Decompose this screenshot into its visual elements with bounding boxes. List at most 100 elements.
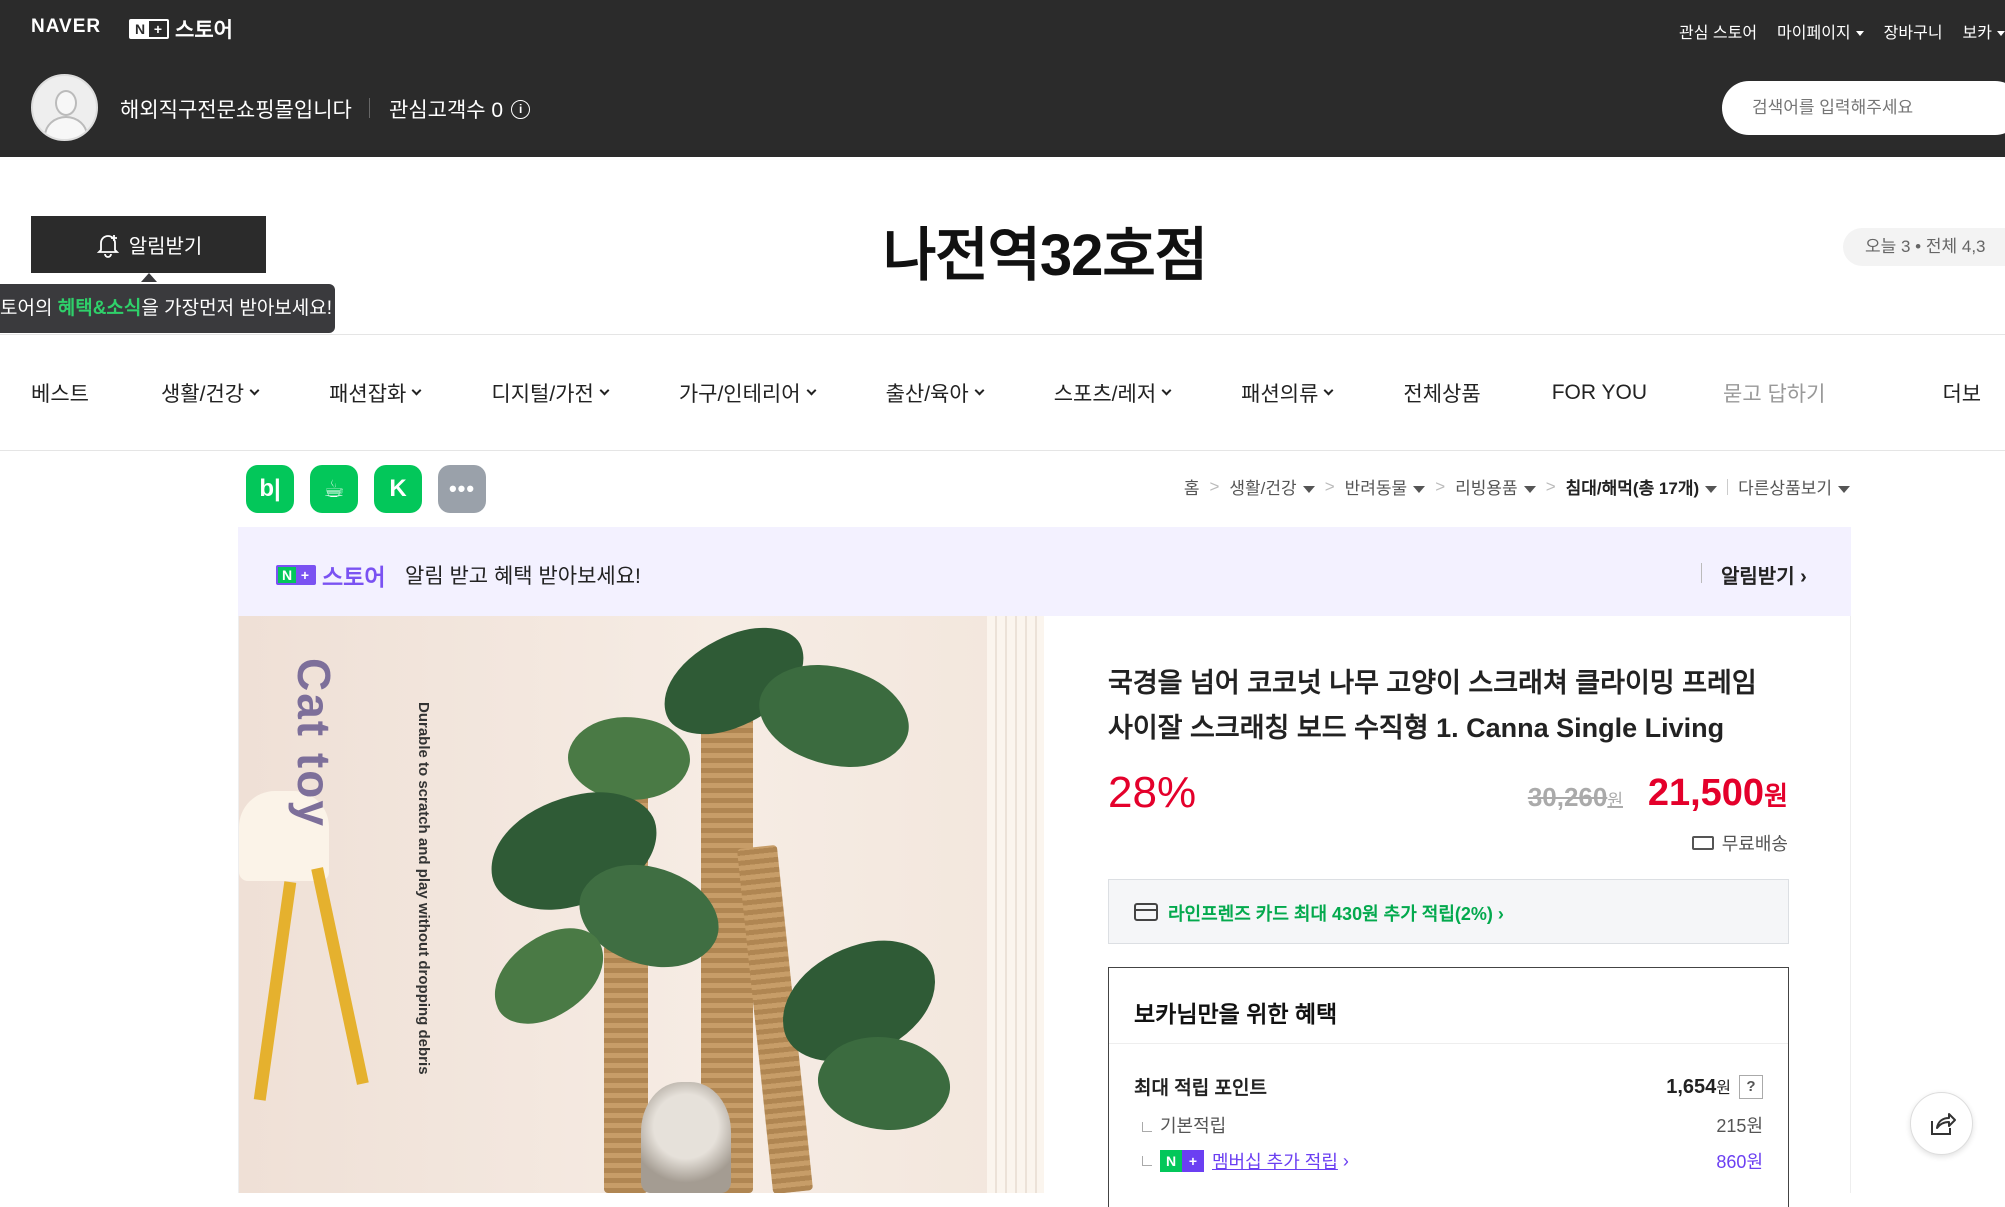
category-more[interactable]: 더보 [1942, 378, 1981, 408]
promo-text: 알림 받고 혜택 받아보세요! [405, 565, 641, 588]
cafe-icon[interactable]: ☕ [310, 465, 358, 513]
kin-icon[interactable]: K [374, 465, 422, 513]
chevron-down-icon [411, 385, 422, 396]
category-sports[interactable]: 스포츠/레저 [1054, 378, 1172, 408]
breadcrumb-separator: > [1545, 476, 1556, 496]
nplus-icon: N + [1160, 1150, 1204, 1172]
category-living-health[interactable]: 생활/건강 [161, 378, 260, 408]
image-title-text: Cat toy [288, 658, 340, 828]
tooltip-text-pre: 토어의 [0, 298, 58, 319]
tooltip-arrow [141, 273, 157, 282]
category-for-you[interactable]: FOR YOU [1552, 378, 1647, 408]
search-input[interactable] [1722, 81, 2005, 135]
cart-link[interactable]: 장바구니 [1884, 19, 1943, 43]
nplus-promo-banner: N + 스토어 알림 받고 혜택 받아보세요! 알림받기 › [238, 527, 1851, 616]
global-header: NAVER N + 스토어 관심 스토어 마이페이지 장바구니 보카 [0, 0, 2005, 57]
store-description: 해외직구전문쇼핑몰입니다 [120, 99, 352, 122]
divider [1701, 563, 1702, 583]
nplus-icon: N + [129, 19, 169, 39]
nplus-store-label: 스토어 [175, 19, 233, 42]
store-avatar[interactable] [31, 74, 98, 141]
chevron-down-icon [599, 385, 610, 396]
store-header: 해외직구전문쇼핑몰입니다 관심고객수 0 i [0, 57, 2005, 157]
category-baby[interactable]: 출산/육아 [886, 378, 985, 408]
favorite-stores-link[interactable]: 관심 스토어 [1679, 19, 1757, 43]
breadcrumb-living-health[interactable]: 생활/건강 [1229, 474, 1314, 499]
product-info: 국경을 넘어 코코넛 나무 고양이 스크래쳐 클라이밍 프레임 사이잘 스크래칭… [1044, 616, 1851, 1207]
breadcrumb: 홈 > 생활/건강 > 반려동물 > 리빙용품 > 침대/해먹(총 17개) 다… [1184, 474, 1850, 499]
category-fashion-goods[interactable]: 패션잡화 [329, 378, 422, 408]
card-promo-box[interactable]: 라인프렌즈 카드 최대 430원 추가 적립(2%) › [1108, 879, 1789, 944]
image-note-text: Durable to scratch and play without drop… [415, 702, 432, 1075]
sale-price: 21,500원 [1647, 772, 1788, 814]
nplus-icon: N + [276, 565, 316, 585]
tooltip-highlight: 혜택&소식 [57, 298, 142, 319]
breadcrumb-home[interactable]: 홈 [1184, 474, 1200, 499]
chevron-down-icon [1161, 385, 1172, 396]
credit-card-icon [1134, 903, 1158, 921]
chevron-down-icon [806, 385, 817, 396]
bell-plus-icon [96, 234, 119, 258]
share-icon [1930, 1112, 1956, 1135]
visitor-count: 오늘 3 • 전체 4,3 [1843, 228, 2005, 266]
benefit-title: 보카님만을 위한 혜택 [1134, 1001, 1338, 1027]
max-points-row: 최대 적립 포인트 1,654원? [1134, 1073, 1763, 1100]
member-points-row: N + 멤버십 추가 적립 › 860원 [1134, 1148, 1763, 1174]
shipping-label: 무료배송 [1721, 834, 1788, 854]
alarm-tooltip: 토어의 혜택&소식을 가장먼저 받아보세요! [0, 284, 335, 333]
category-all-products[interactable]: 전체상품 [1403, 378, 1480, 408]
benefit-panel: 보카님만을 위한 혜택 최대 적립 포인트 1,654원? 기본적립 215원 … [1108, 967, 1789, 1207]
promo-alarm-link[interactable]: 알림받기 › [1721, 560, 1807, 589]
tooltip-text-post: 을 가장먼저 받아보세요! [141, 298, 333, 319]
nplus-store-logo: N + 스토어 [276, 558, 385, 592]
user-menu[interactable]: 보카 [1963, 19, 2005, 43]
category-fashion-clothing[interactable]: 패션의류 [1241, 378, 1334, 408]
blog-icon[interactable]: b| [246, 465, 294, 513]
divider [1109, 1043, 1788, 1044]
chevron-down-icon [974, 385, 985, 396]
divider [0, 450, 2005, 451]
breadcrumb-living-goods[interactable]: 리빙용품 [1455, 474, 1536, 499]
product-image[interactable]: Cat toy Durable to scratch and play with… [238, 616, 1044, 1193]
category-furniture[interactable]: 가구/인테리어 [679, 378, 817, 408]
breadcrumb-separator: > [1324, 476, 1335, 496]
original-price: 30,260원 [1527, 782, 1623, 812]
nplus-store-logo[interactable]: N + 스토어 [129, 14, 233, 44]
discount-rate: 28% [1108, 768, 1197, 817]
subscribe-alarm-label: 알림받기 [128, 236, 203, 258]
store-title[interactable]: 나전역32호점 [0, 208, 2005, 292]
truck-icon [1691, 836, 1714, 850]
max-points-value: 1,654원? [1666, 1074, 1763, 1099]
other-products-dropdown[interactable]: 다른상품보기 [1738, 474, 1850, 499]
breadcrumb-pets[interactable]: 반려동물 [1345, 474, 1426, 499]
category-digital[interactable]: 디지털/가전 [491, 378, 610, 408]
member-points-value: 860원 [1716, 1152, 1763, 1172]
chevron-down-icon [1323, 385, 1334, 396]
info-icon[interactable]: i [511, 99, 531, 119]
share-button[interactable] [1910, 1092, 1973, 1155]
category-nav: 베스트 생활/건강 패션잡화 디지털/가전 가구/인테리어 출산/육아 스포츠/… [31, 378, 1981, 408]
favorite-count-label: 관심고객수 0 [389, 99, 504, 122]
divider [1727, 478, 1729, 495]
app-links: b| ☕ K ••• [246, 465, 486, 513]
avatar-body-icon [44, 116, 88, 139]
breadcrumb-current[interactable]: 침대/해먹(총 17개) [1566, 474, 1718, 499]
naver-logo[interactable]: NAVER [31, 16, 101, 38]
mypage-menu[interactable]: 마이페이지 [1777, 19, 1864, 43]
base-points-value: 215원 [1716, 1116, 1763, 1136]
top-links: 관심 스토어 마이페이지 장바구니 보카 [1679, 19, 2005, 43]
more-icon[interactable]: ••• [438, 465, 486, 513]
avatar-head-icon [55, 90, 77, 116]
category-qna[interactable]: 묻고 답하기 [1723, 378, 1825, 408]
max-points-label: 최대 적립 포인트 [1134, 1078, 1267, 1099]
breadcrumb-separator: > [1435, 476, 1446, 496]
shipping-info: 무료배송 [1691, 830, 1788, 856]
search-box[interactable] [1722, 81, 2005, 135]
divider [0, 334, 2005, 335]
cat-photo [641, 1082, 731, 1193]
help-icon[interactable]: ? [1739, 1074, 1763, 1099]
subscribe-alarm-button[interactable]: 알림받기 [31, 216, 266, 273]
category-best[interactable]: 베스트 [31, 378, 89, 408]
membership-points-link[interactable]: 멤버십 추가 적립 [1212, 1148, 1338, 1174]
divider [369, 98, 370, 118]
